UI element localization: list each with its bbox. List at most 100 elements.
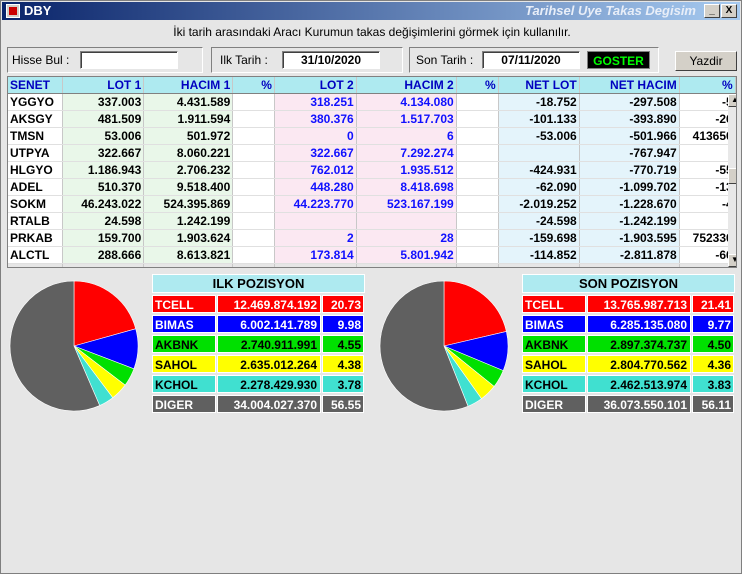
- position-row: SAHOL 2.635.012.264 4.38: [152, 355, 365, 374]
- table-cell: 2: [274, 229, 357, 247]
- scroll-thumb[interactable]: [728, 168, 736, 184]
- col-header[interactable]: %: [679, 77, 736, 94]
- scroll-up-icon[interactable]: ▲: [728, 94, 736, 107]
- table-cell: [456, 161, 499, 179]
- table-row[interactable]: HLGYO 1.186.943 2.706.232 762.012 1.935.512 -…: [8, 161, 736, 179]
- table-cell: -62.090: [498, 178, 580, 196]
- position-row: DIGER 36.073.550.101 56.11: [522, 395, 735, 414]
- window-subtitle: Tarihsel Uye Takas Degisim: [524, 3, 696, 18]
- table-cell: [232, 110, 275, 128]
- grid-scrollbar[interactable]: ▲ ▼: [728, 94, 736, 267]
- table-cell: [232, 161, 275, 179]
- hisse-label: Hisse Bul :: [12, 53, 70, 67]
- table-cell: -55: [679, 161, 736, 179]
- table-cell: [679, 144, 736, 162]
- table-cell: [456, 178, 499, 196]
- takas-grid[interactable]: SENET LOT 1 HACIM 1% LOT 2 HACIM 2% NET LOT NE…: [7, 76, 737, 268]
- table-cell: 5.801.942: [356, 246, 457, 264]
- table-cell: UTPYA: [8, 144, 63, 162]
- table-cell: 28: [356, 229, 457, 247]
- table-row[interactable]: YGGYO 337.003 4.431.589 318.251 4.134.080 -18…: [8, 93, 736, 111]
- col-header[interactable]: %: [456, 77, 499, 94]
- col-header[interactable]: NET HACIM: [579, 77, 680, 94]
- minimize-button[interactable]: _: [704, 4, 720, 18]
- yazdir-button[interactable]: Yazdir: [675, 51, 737, 71]
- position-percent: 20.73: [322, 295, 364, 313]
- col-header[interactable]: LOT 1: [62, 77, 145, 94]
- goster-button[interactable]: GOSTER: [587, 51, 650, 69]
- col-header[interactable]: LOT 2: [274, 77, 357, 94]
- table-cell: -18.752: [498, 93, 580, 111]
- table-cell: YGGYO: [8, 93, 63, 111]
- table-row[interactable]: AKSGY 481.509 1.911.594 380.376 1.517.703 -10…: [8, 110, 736, 128]
- table-cell: -24.598: [498, 212, 580, 230]
- hisse-search-input[interactable]: [80, 51, 178, 69]
- table-cell: 8.418.698: [356, 178, 457, 196]
- table-cell: -767.947: [579, 144, 680, 162]
- table-row[interactable]: SOKM 46.243.022 524.395.869 44.223.770 523.1…: [8, 195, 736, 213]
- window-title: DBY: [24, 3, 52, 18]
- table-row[interactable]: ALCTL 288.666 8.613.821 173.814 5.801.942 -11…: [8, 246, 736, 264]
- table-row[interactable]: UTPYA 322.667 8.060.221 322.667 7.292.274 -76…: [8, 144, 736, 162]
- table-cell: -4: [679, 195, 736, 213]
- position-value: 13.765.987.713: [587, 295, 691, 313]
- position-name: TCELL: [522, 295, 586, 313]
- table-cell: -1.228.670: [579, 195, 680, 213]
- total-cell: [679, 263, 736, 267]
- table-cell: -53.006: [498, 127, 580, 145]
- position-name: DIGER: [522, 395, 586, 413]
- position-row: AKBNK 2.897.374.737 4.50: [522, 335, 735, 354]
- table-cell: [498, 144, 580, 162]
- takas-table: SENET LOT 1 HACIM 1% LOT 2 HACIM 2% NET LOT NE…: [8, 77, 736, 267]
- position-percent: 4.36: [692, 355, 734, 373]
- table-cell: -501.966: [579, 127, 680, 145]
- table-row[interactable]: PRKAB 159.700 1.903.624 2 28 -159.698 -1.903.5…: [8, 229, 736, 247]
- position-name: SAHOL: [522, 355, 586, 373]
- position-percent: 56.55: [322, 395, 364, 413]
- table-row[interactable]: ADEL 510.370 9.518.400 448.280 8.418.698 -62.…: [8, 178, 736, 196]
- table-cell: [232, 127, 275, 145]
- scroll-down-icon[interactable]: ▼: [728, 254, 736, 267]
- position-name: KCHOL: [152, 375, 216, 393]
- table-row[interactable]: RTALB 24.598 1.242.199 -24.598 -1.242.199: [8, 212, 736, 230]
- col-header[interactable]: HACIM 1: [143, 77, 234, 94]
- position-value: 2.278.429.930: [217, 375, 321, 393]
- table-cell: 1.911.594: [143, 110, 234, 128]
- table-cell: 501.972: [143, 127, 234, 145]
- son-tarih-field[interactable]: 07/11/2020: [482, 51, 580, 69]
- table-row[interactable]: TMSN 53.006 501.972 0 6 -53.006 -501.966 413650: [8, 127, 736, 145]
- position-row: SAHOL 2.804.770.562 4.36: [522, 355, 735, 374]
- title-bar[interactable]: DBY Tarihsel Uye Takas Degisim _ X: [2, 2, 740, 20]
- col-header[interactable]: HACIM 2: [356, 77, 457, 94]
- total-cell: [579, 263, 680, 267]
- table-cell: ADEL: [8, 178, 63, 196]
- position-row: KCHOL 2.462.513.974 3.83: [522, 375, 735, 394]
- table-cell: 1.517.703: [356, 110, 457, 128]
- position-percent: 56.11: [692, 395, 734, 413]
- close-button[interactable]: X: [721, 4, 737, 18]
- table-cell: [456, 127, 499, 145]
- app-icon: [6, 4, 20, 18]
- table-cell: -424.931: [498, 161, 580, 179]
- table-cell: 1.935.512: [356, 161, 457, 179]
- table-cell: 4.431.589: [143, 93, 234, 111]
- ilk-tarih-field[interactable]: 31/10/2020: [282, 51, 380, 69]
- position-row: BIMAS 6.002.141.789 9.98: [152, 315, 365, 334]
- table-cell: 2.706.232: [143, 161, 234, 179]
- totals-row: 5.692.718.01960.130.397.539100,005.627.5…: [8, 263, 736, 267]
- col-header[interactable]: %: [232, 77, 275, 94]
- col-header[interactable]: SENET: [8, 77, 63, 94]
- table-cell: [456, 195, 499, 213]
- ilk-pozisyon-title: ILK POZISYON: [152, 274, 365, 293]
- position-name: DIGER: [152, 395, 216, 413]
- table-cell: 44.223.770: [274, 195, 357, 213]
- table-cell: -393.890: [579, 110, 680, 128]
- position-percent: 21.41: [692, 295, 734, 313]
- table-cell: 1.242.199: [143, 212, 234, 230]
- table-cell: 318.251: [274, 93, 357, 111]
- table-cell: 9.518.400: [143, 178, 234, 196]
- table-cell: -1.099.702: [579, 178, 680, 196]
- col-header[interactable]: NET LOT: [498, 77, 580, 94]
- position-row: DIGER 34.004.027.370 56.55: [152, 395, 365, 414]
- ilk-tarih-label: Ilk Tarih :: [220, 53, 268, 67]
